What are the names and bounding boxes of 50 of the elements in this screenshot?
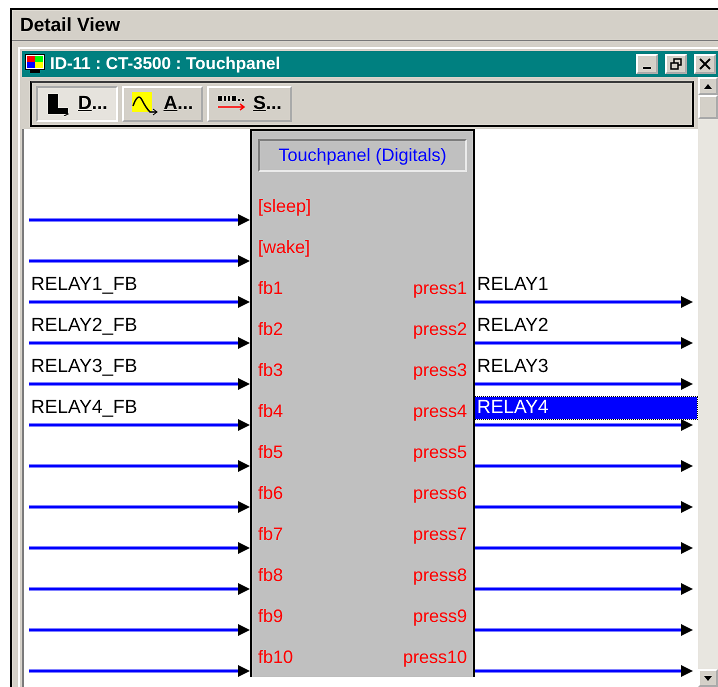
signal-name[interactable]: RELAY3_FB (29, 356, 140, 378)
output-port-label: press8 (412, 565, 467, 586)
input-port-label: fb9 (258, 606, 284, 627)
scroll-thumb[interactable] (698, 95, 718, 119)
signal-name[interactable]: RELAY1 (475, 274, 550, 296)
view-tab[interactable]: S... (207, 86, 292, 122)
symbol-title: Touchpanel (Digitals) (258, 139, 467, 172)
app-icon (25, 54, 45, 74)
input-port-label: fb2 (258, 319, 284, 340)
signal-name[interactable]: RELAY2_FB (29, 315, 140, 337)
minimize-icon (643, 67, 651, 69)
close-icon (699, 58, 711, 70)
output-port-label: press3 (412, 360, 467, 381)
analog-signal-icon (132, 92, 158, 116)
input-port-label: fb1 (258, 278, 284, 299)
output-port-label: press1 (412, 278, 467, 299)
output-port-label: press10 (402, 647, 467, 668)
restore-icon (670, 58, 682, 70)
close-button[interactable] (694, 54, 716, 74)
panel-title: Detail View (12, 10, 718, 41)
scroll-down-button[interactable] (698, 669, 718, 687)
view-tab[interactable]: D... (36, 86, 118, 122)
output-port-label: press6 (412, 483, 467, 504)
input-port-label: fb10 (258, 647, 294, 668)
output-port-label: press4 (412, 401, 467, 422)
input-port-label: fb7 (258, 524, 284, 545)
input-port-label: fb4 (258, 401, 284, 422)
minimize-button[interactable] (636, 54, 658, 74)
signal-name[interactable]: RELAY3 (475, 356, 550, 378)
restore-button[interactable] (665, 54, 687, 74)
signal-name[interactable]: RELAY2 (475, 315, 550, 337)
vertical-scrollbar[interactable] (698, 77, 718, 687)
input-port-label: [wake] (258, 237, 310, 258)
signal-name[interactable]: RELAY4_FB (29, 397, 140, 419)
down-arrow-icon (704, 676, 712, 680)
selected-signal[interactable]: RELAY4 (475, 397, 697, 419)
view-tab[interactable]: A... (122, 86, 204, 122)
input-port-label: fb5 (258, 442, 284, 463)
output-port-label: press2 (412, 319, 467, 340)
scroll-up-button[interactable] (698, 77, 718, 95)
input-port-label: fb3 (258, 360, 284, 381)
signal-name[interactable]: RELAY1_FB (29, 274, 140, 296)
input-port-label: fb6 (258, 483, 284, 504)
input-port-label: [sleep] (258, 196, 312, 217)
output-port-label: press7 (412, 524, 467, 545)
input-port-label: fb8 (258, 565, 284, 586)
window-title: ID-11 : CT-3500 : Touchpanel (50, 54, 282, 74)
output-port-label: press9 (412, 606, 467, 627)
up-arrow-icon (704, 84, 712, 88)
output-port-label: press5 (412, 442, 467, 463)
